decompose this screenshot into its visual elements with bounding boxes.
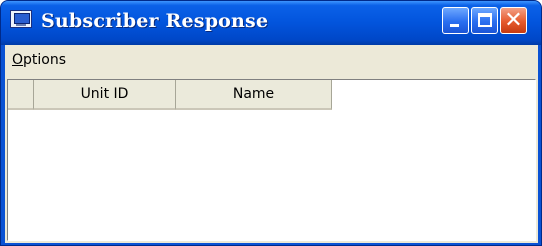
close-icon: ✕: [504, 8, 523, 33]
maximize-icon: [478, 13, 492, 27]
subscriber-response-window: Subscriber Response ✕ Options Unit ID Na…: [0, 0, 542, 246]
minimize-button[interactable]: [442, 7, 469, 34]
window-client-area: Options Unit ID Name: [5, 45, 538, 243]
close-button[interactable]: ✕: [500, 7, 527, 34]
title-bar[interactable]: Subscriber Response ✕: [1, 1, 541, 45]
minimize-icon: [450, 24, 459, 27]
maximize-button[interactable]: [471, 7, 498, 34]
subscriber-grid[interactable]: Unit ID Name: [7, 79, 536, 241]
column-header-name[interactable]: Name: [176, 80, 332, 110]
application-window-icon[interactable]: [10, 10, 32, 28]
column-header-unit-id[interactable]: Unit ID: [34, 80, 176, 110]
menu-options[interactable]: Options: [12, 52, 66, 68]
menu-bar: Options: [5, 45, 538, 77]
window-title: Subscriber Response: [41, 10, 269, 32]
app-icon-screen: [14, 13, 30, 24]
menu-options-mnemonic: O: [12, 52, 24, 68]
app-icon-base: [16, 24, 26, 26]
row-header-column[interactable]: [8, 80, 34, 110]
menu-options-label: ptions: [23, 52, 67, 68]
